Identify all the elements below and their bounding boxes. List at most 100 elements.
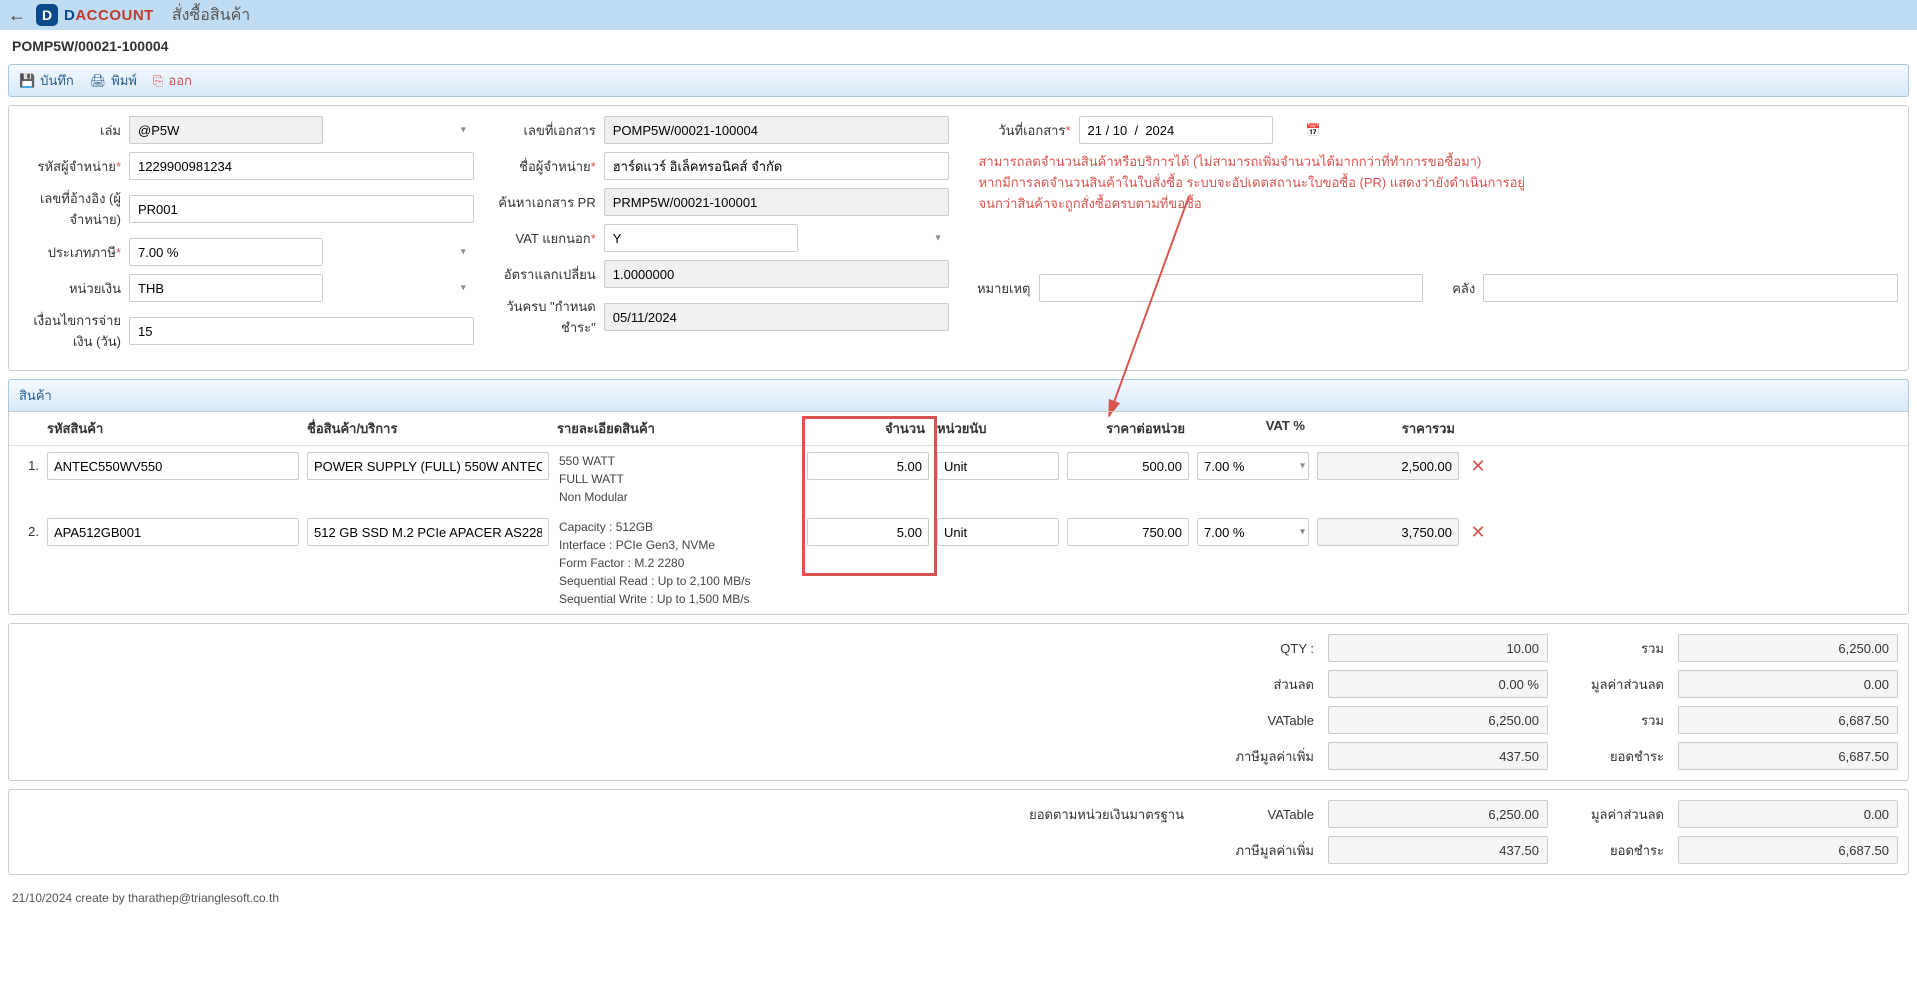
exit-label: ออก [168,70,192,91]
exit-button[interactable]: ⎘ ออก [153,70,192,91]
pr-field[interactable] [604,188,949,216]
row-index: 2. [13,518,43,539]
rate-label: อัตราแลกเปลี่ยน [494,264,604,285]
page-title: สั่งซื้อสินค้า [172,3,250,28]
disc-amt-label: มูลค่าส่วนลด [1558,674,1668,695]
delete-row-button[interactable]: ✕ [1463,518,1493,546]
warehouse-label: คลัง [1443,278,1483,299]
supplier-name-label: ชื่อผู้จำหน่าย* [494,156,604,177]
table-header-row: รหัสสินค้า ชื่อสินค้า/บริการ รายละเอียดส… [9,412,1908,446]
base-vatable-val: 6,250.00 [1328,800,1548,828]
item-name-field[interactable] [307,452,549,480]
sum-val: 6,250.00 [1678,634,1898,662]
item-code-field[interactable] [47,518,299,546]
warning-note: สามารถลดจำนวนสินค้าหรือบริการได้ (ไม่สาม… [969,152,1899,214]
book-label: เล่ม [19,120,129,141]
vat-type-label: VAT แยกนอก* [494,228,604,249]
disc-amt-val: 0.00 [1678,670,1898,698]
th-unit: หน่วยนับ [933,418,1063,439]
toolbar: 💾 บันทึก 🖨 พิมพ์ ⎘ ออก [8,64,1909,97]
logo-text: DACCOUNT [64,7,154,24]
supplier-name-field[interactable] [604,152,949,180]
print-label: พิมพ์ [111,70,137,91]
pay-val: 6,687.50 [1678,742,1898,770]
supplier-code-label: รหัสผู้จำหน่าย* [19,156,129,177]
th-name: ชื่อสินค้า/บริการ [303,418,553,439]
item-unit-field[interactable] [937,518,1059,546]
calendar-icon[interactable]: 📅 [1306,123,1321,137]
item-vat-field[interactable] [1197,452,1309,480]
doc-number-header: POMP5W/00021-100004 [0,30,1917,62]
th-qty: จำนวน [803,418,933,439]
back-arrow-icon[interactable]: ← [8,5,26,26]
save-icon: 💾 [19,73,35,89]
supplier-code-field[interactable] [129,152,474,180]
save-button[interactable]: 💾 บันทึก [19,70,74,91]
docno-label: เลขที่เอกสาร [494,120,604,141]
discount-val: 0.00 % [1328,670,1548,698]
items-table: รหัสสินค้า ชื่อสินค้า/บริการ รายละเอียดส… [8,411,1909,615]
book-field[interactable] [129,116,323,144]
qty-total-label: QTY : [1198,641,1318,656]
th-price: ราคาต่อหน่วย [1063,418,1193,439]
exit-icon: ⎘ [153,73,163,89]
items-section-header: สินค้า [8,379,1909,411]
pay-label: ยอดชำระ [1558,746,1668,767]
note-line2: หากมีการลดจำนวนสินค้าในใบสั่งซื้อ ระบบจะ… [979,173,1899,194]
item-total-field [1317,518,1459,546]
vat-type-field[interactable] [604,224,798,252]
item-name-field[interactable] [307,518,549,546]
vat-val: 437.50 [1328,742,1548,770]
item-code-field[interactable] [47,452,299,480]
totals-panel: QTY : 10.00 รวม 6,250.00 ส่วนลด 0.00 % ม… [8,623,1909,781]
date-field[interactable] [1079,116,1273,144]
note-line3: จนกว่าสินค้าจะถูกสั่งซื้อครบตามที่ขอซื้อ [979,194,1899,215]
base-currency-panel: ยอดตามหน่วยเงินมาตรฐาน VATable 6,250.00 … [8,789,1909,875]
th-vat: VAT % [1193,418,1313,439]
rate-field [604,260,949,288]
base-vat-label: ภาษีมูลค่าเพิ่ม [1198,840,1318,861]
item-unit-field[interactable] [937,452,1059,480]
note-line1: สามารถลดจำนวนสินค้าหรือบริการได้ (ไม่สาม… [979,152,1899,173]
date-label: วันที่เอกสาร* [969,120,1079,141]
credit-label: เงื่อนไขการจ่ายเงิน (วัน) [19,310,129,352]
net-val: 6,687.50 [1678,706,1898,734]
sum-label: รวม [1558,638,1668,659]
tax-type-field[interactable] [129,238,323,266]
footer-created-by: 21/10/2024 create by tharathep@triangles… [0,883,1917,913]
ref-field[interactable] [129,195,474,223]
th-detail: รายละเอียดสินค้า [553,418,803,439]
vatable-val: 6,250.00 [1328,706,1548,734]
form-panel: เล่ม รหัสผู้จำหน่าย* เลขที่อ้างอิง (ผู้จ… [8,105,1909,371]
remark-label: หมายเหตุ [969,278,1039,299]
base-group-label: ยอดตามหน่วยเงินมาตรฐาน [1028,804,1188,825]
vat-label: ภาษีมูลค่าเพิ่ม [1198,746,1318,767]
item-qty-field[interactable] [807,452,929,480]
net-label: รวม [1558,710,1668,731]
item-vat-field[interactable] [1197,518,1309,546]
currency-label: หน่วยเงิน [19,278,129,299]
print-button[interactable]: 🖨 พิมพ์ [90,70,137,91]
currency-field[interactable] [129,274,323,302]
credit-field[interactable] [129,317,474,345]
ref-label: เลขที่อ้างอิง (ผู้จำหน่าย) [19,188,129,230]
delete-row-button[interactable]: ✕ [1463,452,1493,480]
base-disc-label: มูลค่าส่วนลด [1558,804,1668,825]
due-label: วันครบ "กำหนดชำระ" [494,296,604,338]
logo-icon: D [36,4,58,26]
remark-field[interactable] [1039,274,1424,302]
item-price-field[interactable] [1067,518,1189,546]
save-label: บันทึก [40,70,74,91]
warehouse-field[interactable] [1483,274,1898,302]
item-total-field [1317,452,1459,480]
vatable-label: VATable [1198,713,1318,728]
base-pay-val: 6,687.50 [1678,836,1898,864]
print-icon: 🖨 [90,73,107,89]
th-code: รหัสสินค้า [43,418,303,439]
table-row: 1.550 WATTFULL WATTNon Modular✕ [9,446,1908,512]
qty-total-val: 10.00 [1328,634,1548,662]
item-price-field[interactable] [1067,452,1189,480]
table-row: 2.Capacity : 512GBInterface : PCIe Gen3,… [9,512,1908,614]
item-qty-field[interactable] [807,518,929,546]
base-pay-label: ยอดชำระ [1558,840,1668,861]
